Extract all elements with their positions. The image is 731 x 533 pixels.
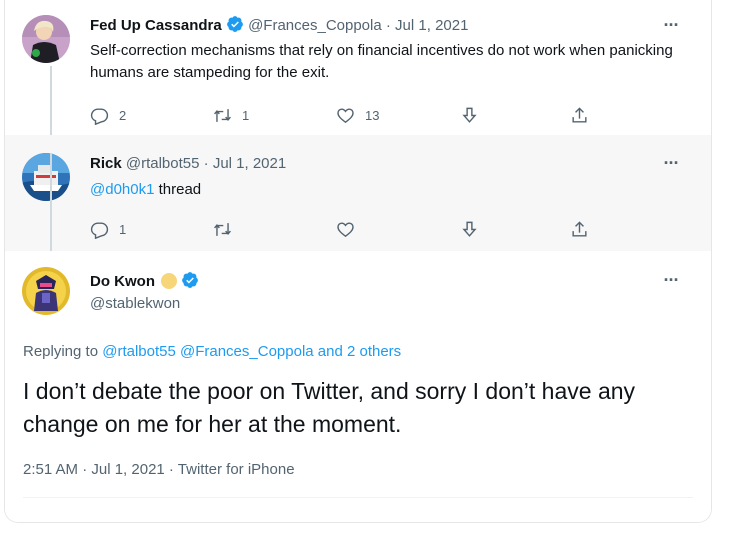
- tweet-date[interactable]: Jul 1, 2021: [395, 17, 468, 34]
- display-name[interactable]: Rick: [90, 155, 122, 172]
- display-name[interactable]: Fed Up Cassandra: [90, 17, 222, 34]
- main-tweet-name-row: Do Kwon: [90, 271, 199, 294]
- thread-connector-line: [50, 66, 52, 135]
- like-button[interactable]: 13: [336, 103, 379, 127]
- share-button[interactable]: [460, 217, 479, 241]
- tweet-actions: 2 1 13: [90, 103, 690, 127]
- like-icon: [337, 221, 354, 237]
- tweet-header: Rick @rtalbot55 · Jul 1, 2021: [90, 155, 286, 173]
- share-icon: [462, 221, 477, 237]
- mention-link[interactable]: @d0h0k1: [90, 181, 154, 198]
- upload-icon: [572, 220, 587, 237]
- tweet-rick[interactable]: Rick @rtalbot55 · Jul 1, 2021 ··· @d0h0k…: [5, 135, 711, 251]
- upload-button[interactable]: [570, 217, 589, 241]
- tweet-text: @d0h0k1 thread: [90, 179, 680, 201]
- retweet-icon: [214, 108, 231, 122]
- tweet-thread-card: Fed Up Cassandra @Frances_Coppola · Jul …: [4, 0, 712, 523]
- tweet-frances-coppola[interactable]: Fed Up Cassandra @Frances_Coppola · Jul …: [5, 0, 711, 135]
- user-handle[interactable]: @rtalbot55: [126, 155, 200, 172]
- share-button[interactable]: [460, 103, 479, 127]
- tweet-date[interactable]: Jul 1, 2021: [213, 155, 286, 172]
- tweet-text-rest: thread: [154, 181, 202, 198]
- upload-icon: [572, 106, 587, 123]
- reply-button[interactable]: 1: [90, 217, 126, 241]
- avatar-rick[interactable]: [22, 153, 70, 201]
- retweet-button[interactable]: 1: [213, 103, 249, 127]
- more-icon[interactable]: ···: [659, 154, 683, 172]
- like-count: 13: [365, 107, 380, 123]
- tweet-text: Self-correction mechanisms that rely on …: [90, 42, 673, 81]
- replying-prefix: Replying to: [23, 343, 99, 360]
- replying-to: Replying to @rtalbot55 @Frances_Coppola …: [23, 343, 401, 360]
- tweet-actions: 1: [90, 217, 690, 241]
- display-name[interactable]: Do Kwon: [90, 273, 155, 290]
- main-tweet-do-kwon: Do Kwon @stablekwon ··· Replying to @rta…: [5, 251, 711, 522]
- user-handle[interactable]: @Frances_Coppola: [248, 17, 382, 34]
- avatar-fed-up-cassandra[interactable]: [22, 15, 70, 63]
- divider: [23, 497, 693, 498]
- more-icon[interactable]: ···: [659, 271, 683, 289]
- separator: ·: [385, 17, 391, 34]
- like-icon: [337, 107, 354, 123]
- tweet-meta-time-source[interactable]: 2:51 AM · Jul 1, 2021 · Twitter for iPho…: [23, 461, 295, 478]
- share-icon: [462, 107, 477, 123]
- like-button[interactable]: [336, 217, 355, 241]
- tweet-header: Fed Up Cassandra @Frances_Coppola · Jul …: [90, 15, 468, 38]
- retweet-button[interactable]: [213, 217, 232, 241]
- reply-icon: [90, 221, 109, 239]
- retweet-count: 1: [242, 107, 250, 123]
- thread-connector-line: [50, 153, 52, 251]
- verified-badge-icon: [181, 271, 199, 294]
- reply-mentions-link[interactable]: @rtalbot55 @Frances_Coppola and 2 others: [102, 343, 401, 360]
- more-icon[interactable]: ···: [659, 16, 683, 34]
- verified-badge-icon: [226, 15, 244, 38]
- avatar-do-kwon[interactable]: [22, 267, 70, 315]
- reply-count: 1: [119, 221, 127, 237]
- user-handle[interactable]: @stablekwon: [90, 295, 180, 313]
- upload-button[interactable]: [570, 103, 589, 127]
- reply-button[interactable]: 2: [90, 103, 126, 127]
- separator: ·: [203, 155, 209, 172]
- retweet-icon: [214, 222, 231, 236]
- reply-count: 2: [119, 107, 127, 123]
- main-tweet-text: I don’t debate the poor on Twitter, and …: [23, 378, 636, 437]
- reply-icon: [90, 107, 109, 125]
- coin-emoji-icon: [161, 273, 178, 289]
